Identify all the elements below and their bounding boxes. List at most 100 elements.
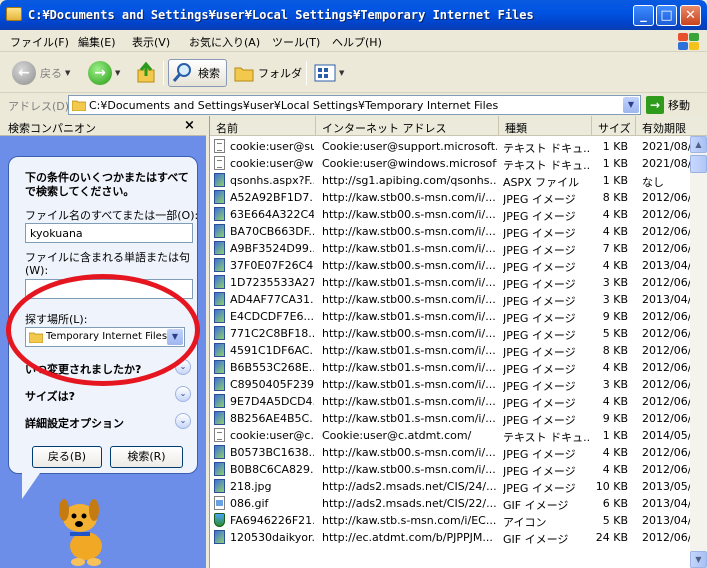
menu-favorites[interactable]: お気に入り(A) [189,34,260,50]
table-row[interactable]: BA70CB663DF... http://kaw.stb00.s-msn.com… [210,223,690,240]
companion-header: 検索コンパニオン × [0,116,206,136]
scroll-down-arrow-icon[interactable]: ▼ [690,551,707,568]
table-row[interactable]: FA6946226F21... http://kaw.stb.s-msn.com/… [210,512,690,529]
cell-expires: 2012/06/ [642,378,690,391]
table-row[interactable]: AD4AF77CA31... http://kaw.stb00.s-msn.com… [210,291,690,308]
menu-file[interactable]: ファイル(F) [10,34,69,50]
table-row[interactable]: cookie:user@wi... Cookie:user@windows.mic… [210,155,690,172]
table-row[interactable]: A9BF3524D99... http://kaw.stb01.s-msn.com… [210,240,690,257]
back-button[interactable]: 戻る(B) [32,446,102,468]
table-row[interactable]: 086.gif http://ads2.msads.net/CIS/22/... G… [210,495,690,512]
column-header-name[interactable]: 名前 [210,116,316,136]
cell-size: 4 KB [602,259,628,272]
up-folder-button[interactable] [136,59,158,87]
jpeg-file-icon [214,241,225,255]
back-button[interactable]: ← 戻る ▼ [12,59,70,87]
cell-address: http://ads2.msads.net/CIS/24/... [322,480,497,493]
chevron-down-icon[interactable]: ▼ [167,329,183,345]
forward-button[interactable]: → ▼ [88,59,120,87]
title-bar[interactable]: C:¥Documents and Settings¥user¥Local Set… [0,0,707,30]
filename-label: ファイル名のすべてまたは一部(O): [25,209,199,222]
scroll-up-arrow-icon[interactable]: ▲ [690,136,707,153]
column-header-address[interactable]: インターネット アドレス [316,116,499,136]
jpeg-file-icon [214,479,225,493]
folder-icon [72,100,86,111]
table-row[interactable]: 1D7235533A27... http://kaw.stb01.s-msn.co… [210,274,690,291]
companion-title: 検索コンパニオン [8,122,96,135]
column-header-expires[interactable]: 有効期限 [636,116,707,136]
word-input[interactable] [25,279,193,299]
table-row[interactable]: cookie:user@c... Cookie:user@c.atdmt.com/… [210,427,690,444]
views-button[interactable]: ▼ [314,59,344,87]
double-chevron-down-icon[interactable]: ⌄ [175,413,191,429]
filename-input[interactable]: kyokuana [25,223,193,243]
table-row[interactable]: 120530daikyor... http://ec.atdmt.com/b/PJ… [210,529,690,546]
when-modified-expander[interactable]: いつ変更されましたか? ⌄ [25,359,191,377]
folders-button[interactable]: フォルダ [233,59,302,87]
cell-address: http://kaw.stb01.s-msn.com/i/... [322,344,496,357]
cell-expires: 2012/06/ [642,463,690,476]
table-row[interactable]: 4591C1DF6AC... http://kaw.stb01.s-msn.com… [210,342,690,359]
cell-name: cookie:user@c... [230,429,314,442]
cell-expires: 2021/08/ [642,140,690,153]
table-row[interactable]: A52A92BF1D7... http://kaw.stb00.s-msn.com… [210,189,690,206]
double-chevron-down-icon[interactable]: ⌄ [175,359,191,375]
table-row[interactable]: 9E7D4A5DCD4... http://kaw.stb01.s-msn.com… [210,393,690,410]
close-icon[interactable]: × [184,118,195,133]
cell-expires: 2012/06/ [642,242,690,255]
address-input[interactable]: C:¥Documents and Settings¥user¥Local Set… [68,95,641,115]
table-row[interactable]: C8950405F239... http://kaw.stb01.s-msn.co… [210,376,690,393]
folder-icon [234,67,254,82]
double-chevron-down-icon[interactable]: ⌄ [175,386,191,402]
table-row[interactable]: 63E664A322C4... http://kaw.stb00.s-msn.co… [210,206,690,223]
cell-size: 1 KB [602,429,628,442]
search-button[interactable]: 検索(R) [110,446,183,468]
go-button[interactable]: → 移動 [646,96,690,114]
cell-size: 3 KB [602,276,628,289]
cell-expires: 2021/08/ [642,157,690,170]
table-row[interactable]: 771C2C8BF18... http://kaw.stb00.s-msn.com… [210,325,690,342]
up-folder-icon [137,62,155,83]
cell-expires: 2012/06/ [642,361,690,374]
dropdown-arrow-icon[interactable]: ▼ [65,69,70,77]
close-button[interactable]: ✕ [680,5,701,26]
maximize-button[interactable]: □ [656,5,677,26]
search-button[interactable]: 検索 [168,59,227,87]
menu-help[interactable]: ヘルプ(H) [332,34,382,50]
menu-bar: ファイル(F) 編集(E) 表示(V) お気に入り(A) ツール(T) ヘルプ(… [0,30,707,52]
table-row[interactable]: B6B553C268E... http://kaw.stb01.s-msn.com… [210,359,690,376]
vertical-scrollbar[interactable]: ▲ ▼ [690,136,707,568]
dropdown-arrow-icon[interactable]: ▼ [115,69,120,77]
advanced-options-expander[interactable]: 詳細設定オプション ⌄ [25,413,191,431]
table-row[interactable]: 8B256AE4B5C... http://kaw.stb01.s-msn.com… [210,410,690,427]
table-row[interactable]: 37F0E07F26C4... http://kaw.stb00.s-msn.co… [210,257,690,274]
table-row[interactable]: E4CDCDF7E6... http://kaw.stb01.s-msn.com/… [210,308,690,325]
chevron-down-icon[interactable]: ▼ [623,97,639,113]
cell-name: B6B553C268E... [230,361,314,374]
go-label: 移動 [668,99,690,112]
column-header-size[interactable]: サイズ [592,116,636,136]
jpeg-file-icon [214,292,225,306]
cell-type: JPEG イメージ [503,193,576,206]
text-file-icon [214,139,225,153]
menu-edit[interactable]: 編集(E) [78,34,116,50]
cell-name: 218.jpg [230,480,272,493]
cell-name: B0573BC1638... [230,446,314,459]
minimize-button[interactable]: _ [633,5,654,26]
menu-tools[interactable]: ツール(T) [272,34,320,50]
size-expander[interactable]: サイズは? ⌄ [25,386,191,404]
table-row[interactable]: B0573BC1638... http://kaw.stb00.s-msn.com… [210,444,690,461]
table-row[interactable]: cookie:user@su... Cookie:user@support.mic… [210,138,690,155]
location-select[interactable]: Temporary Internet Files ▼ [25,327,185,347]
column-header-type[interactable]: 種類 [499,116,592,136]
cell-expires: 2012/06/ [642,310,690,323]
dropdown-arrow-icon[interactable]: ▼ [339,69,344,77]
table-row[interactable]: qsonhs.aspx?F... http://sg1.apibing.com/q… [210,172,690,189]
cell-size: 5 KB [602,514,628,527]
location-value: Temporary Internet Files [46,331,168,342]
scroll-thumb[interactable] [690,155,707,173]
table-row[interactable]: 218.jpg http://ads2.msads.net/CIS/24/... J… [210,478,690,495]
table-row[interactable]: B0B8C6CA829... http://kaw.stb00.s-msn.com… [210,461,690,478]
menu-view[interactable]: 表示(V) [132,34,170,50]
jpeg-file-icon [214,207,225,221]
